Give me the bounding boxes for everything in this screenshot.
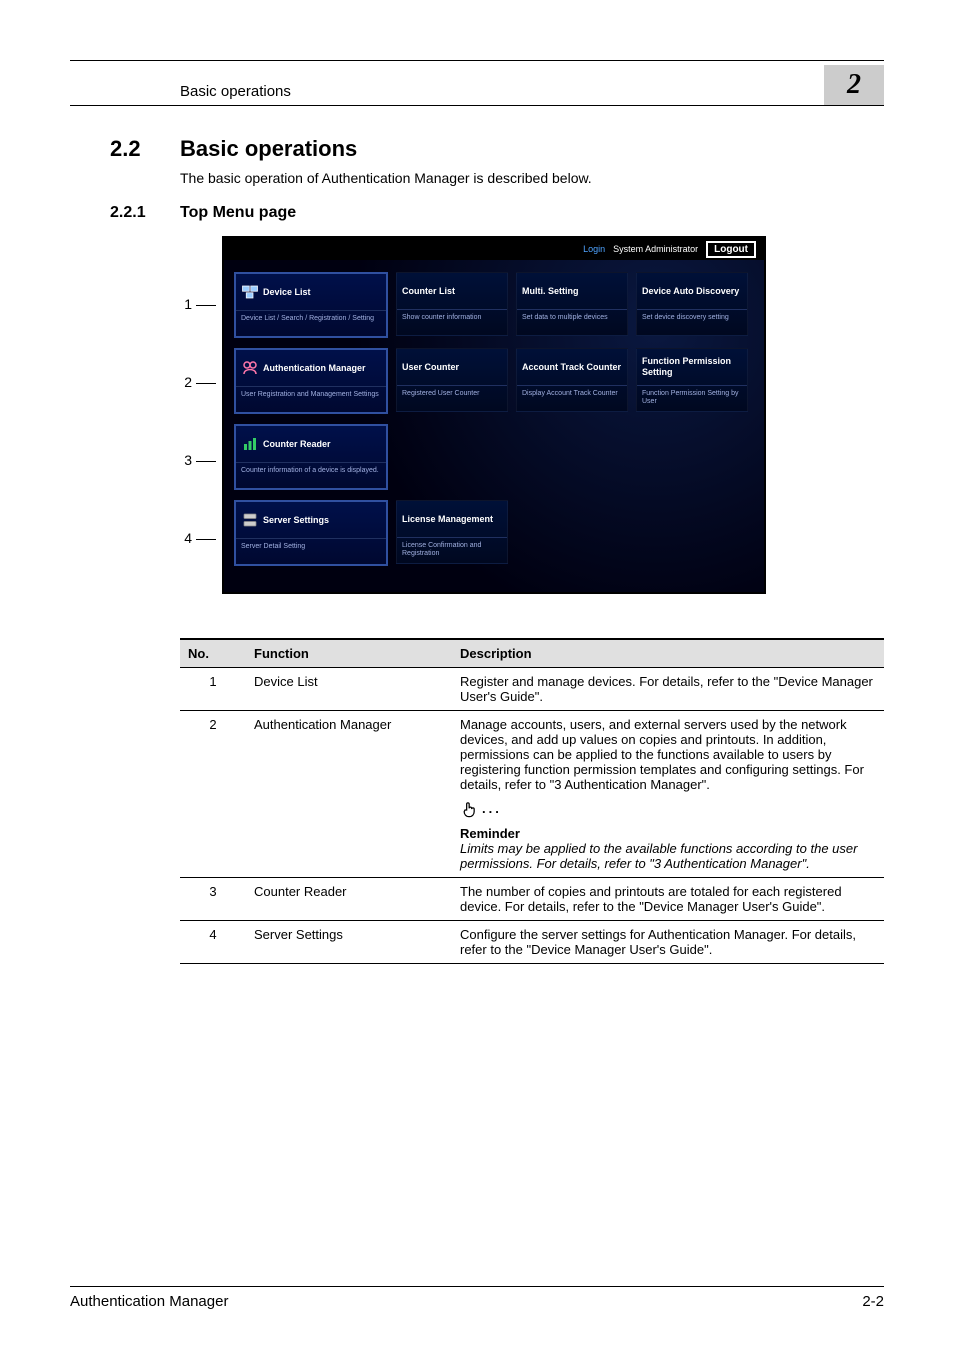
screenshot: Login System Administrator Logout Device… bbox=[222, 236, 766, 594]
cell-no: 1 bbox=[180, 668, 246, 711]
tile-authentication-manager[interactable]: Authentication Manager User Registration … bbox=[234, 348, 388, 414]
callout-column: 1 2 3 4 bbox=[180, 236, 216, 608]
cell-description: Register and manage devices. For details… bbox=[452, 668, 884, 711]
section-number: 2.2 bbox=[110, 136, 180, 162]
chapter-badge: 2 bbox=[824, 65, 884, 105]
tile-user-counter[interactable]: User CounterRegistered User Counter bbox=[396, 348, 508, 412]
top-menu-figure: 1 2 3 4 Login System Administrator Logou… bbox=[180, 236, 884, 608]
table-row: 2Authentication ManagerManage accounts, … bbox=[180, 711, 884, 878]
callout-4: 4 bbox=[184, 530, 192, 546]
tile-subtitle: Registered User Counter bbox=[397, 386, 507, 411]
tile-subtitle: Show counter information bbox=[397, 310, 507, 335]
table-row: 4Server SettingsConfigure the server set… bbox=[180, 921, 884, 964]
reminder-icon bbox=[460, 800, 480, 820]
th-function: Function bbox=[246, 639, 452, 668]
screenshot-topbar: Login System Administrator Logout bbox=[224, 238, 764, 260]
logout-button[interactable]: Logout bbox=[706, 241, 756, 258]
tile-multi-setting[interactable]: Multi. SettingSet data to multiple devic… bbox=[516, 272, 628, 336]
cell-function: Device List bbox=[246, 668, 452, 711]
callout-1: 1 bbox=[184, 296, 192, 312]
cell-description: Configure the server settings for Authen… bbox=[452, 921, 884, 964]
table-row: 1Device ListRegister and manage devices.… bbox=[180, 668, 884, 711]
table-row: 3Counter ReaderThe number of copies and … bbox=[180, 878, 884, 921]
counter-reader-icon bbox=[241, 435, 259, 453]
tile-title: Function Permission Setting bbox=[637, 349, 747, 386]
function-table: No. Function Description 1Device ListReg… bbox=[180, 638, 884, 964]
callout-line bbox=[196, 383, 216, 384]
footer-right: 2-2 bbox=[862, 1293, 884, 1310]
th-description: Description bbox=[452, 639, 884, 668]
tile-title: Account Track Counter bbox=[517, 349, 627, 386]
tile-function-permission-setting[interactable]: Function Permission SettingFunction Perm… bbox=[636, 348, 748, 412]
tile-device-auto-discovery[interactable]: Device Auto DiscoverySet device discover… bbox=[636, 272, 748, 336]
tile-license-management[interactable]: License ManagementLicense Confirmation a… bbox=[396, 500, 508, 564]
tile-title: Device Auto Discovery bbox=[637, 273, 747, 310]
section-intro: The basic operation of Authentication Ma… bbox=[180, 170, 884, 186]
tile-title: Server Settings bbox=[263, 515, 329, 526]
reminder-body: Limits may be applied to the available f… bbox=[460, 841, 876, 871]
server-settings-icon bbox=[241, 511, 259, 529]
tile-counter-reader[interactable]: Counter Reader Counter information of a d… bbox=[234, 424, 388, 490]
running-header: Basic operations bbox=[180, 83, 291, 100]
subsection-heading: 2.2.1Top Menu page bbox=[110, 204, 884, 222]
page-footer: Authentication Manager 2-2 bbox=[70, 1286, 884, 1310]
tile-subtitle: User Registration and Management Setting… bbox=[236, 387, 386, 412]
callout-line bbox=[196, 539, 216, 540]
device-list-icon bbox=[241, 283, 259, 301]
callout-line bbox=[196, 461, 216, 462]
role-label: System Administrator bbox=[613, 244, 698, 254]
tile-title: Counter List bbox=[397, 273, 507, 310]
screenshot-body: Device List Device List / Search / Regist… bbox=[224, 260, 764, 592]
tile-subtitle: Set data to multiple devices bbox=[517, 310, 627, 335]
tile-device-list[interactable]: Device List Device List / Search / Regist… bbox=[234, 272, 388, 338]
auth-manager-icon bbox=[241, 359, 259, 377]
cell-function: Authentication Manager bbox=[246, 711, 452, 878]
tile-title: Counter Reader bbox=[263, 439, 331, 450]
tile-title: Authentication Manager bbox=[263, 363, 366, 374]
th-no: No. bbox=[180, 639, 246, 668]
tile-counter-list[interactable]: Counter ListShow counter information bbox=[396, 272, 508, 336]
callout-2: 2 bbox=[184, 374, 192, 390]
cell-no: 4 bbox=[180, 921, 246, 964]
tile-server-settings[interactable]: Server Settings Server Detail Setting bbox=[234, 500, 388, 566]
callout-line bbox=[196, 305, 216, 306]
tile-subtitle: Set device discovery setting bbox=[637, 310, 747, 335]
section-title: Basic operations bbox=[180, 136, 357, 161]
tile-account-track-counter[interactable]: Account Track CounterDisplay Account Tra… bbox=[516, 348, 628, 412]
cell-no: 3 bbox=[180, 878, 246, 921]
cell-description: The number of copies and printouts are t… bbox=[452, 878, 884, 921]
login-label: Login bbox=[583, 244, 605, 254]
subsection-title: Top Menu page bbox=[180, 204, 296, 221]
callout-3: 3 bbox=[184, 452, 192, 468]
tile-subtitle: License Confirmation and Registration bbox=[397, 538, 507, 563]
tile-subtitle: Device List / Search / Registration / Se… bbox=[236, 311, 386, 336]
tile-title: Multi. Setting bbox=[517, 273, 627, 310]
cell-function: Server Settings bbox=[246, 921, 452, 964]
tile-subtitle: Server Detail Setting bbox=[236, 539, 386, 564]
tile-subtitle: Counter information of a device is displ… bbox=[236, 463, 386, 488]
tile-subtitle: Display Account Track Counter bbox=[517, 386, 627, 411]
cell-description: Manage accounts, users, and external ser… bbox=[452, 711, 884, 878]
tile-title: License Management bbox=[397, 501, 507, 538]
cell-no: 2 bbox=[180, 711, 246, 878]
footer-left: Authentication Manager bbox=[70, 1293, 228, 1310]
reminder-title: Reminder bbox=[460, 826, 876, 841]
section-heading: 2.2Basic operations bbox=[110, 136, 884, 162]
cell-function: Counter Reader bbox=[246, 878, 452, 921]
tile-title: User Counter bbox=[397, 349, 507, 386]
tile-subtitle: Function Permission Setting by User bbox=[637, 386, 747, 411]
subsection-number: 2.2.1 bbox=[110, 204, 180, 222]
tile-title: Device List bbox=[263, 287, 311, 298]
